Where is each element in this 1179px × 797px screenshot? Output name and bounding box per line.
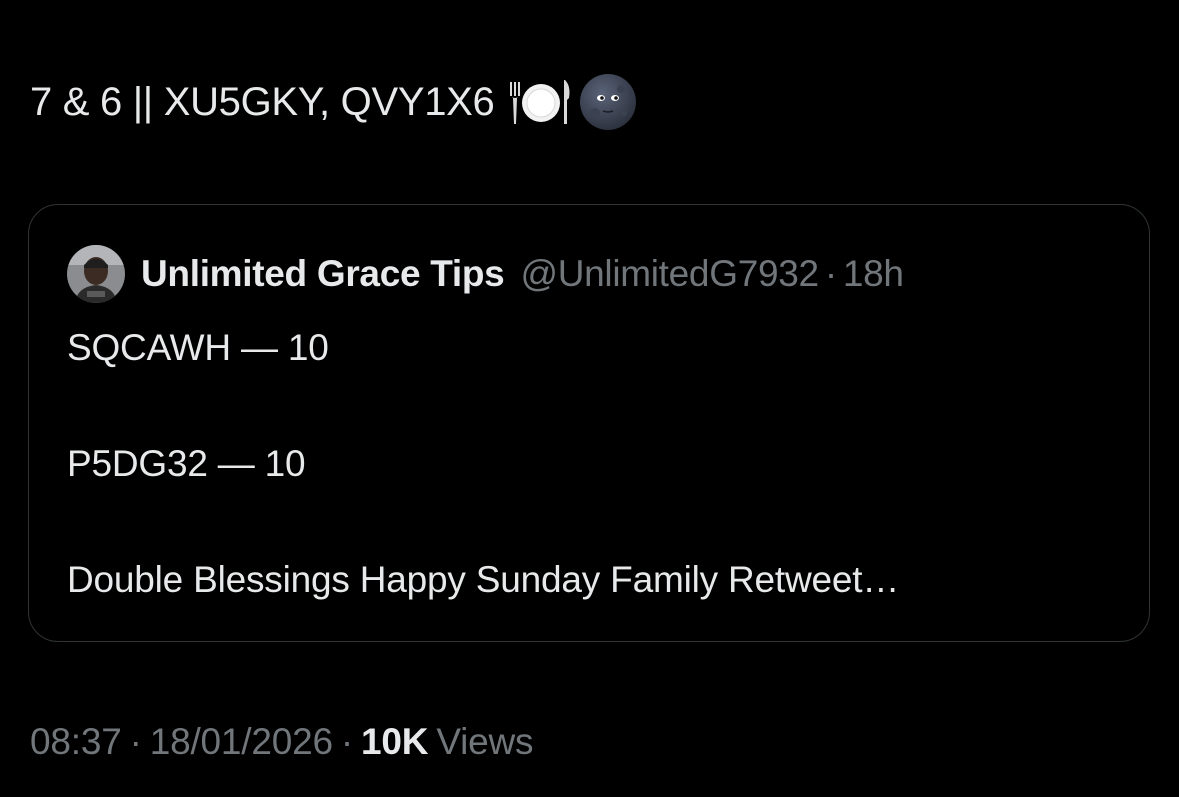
footer-separator: · (129, 721, 142, 762)
views-label: Views (436, 721, 534, 762)
new-moon-face-icon (579, 73, 637, 131)
quoted-author-name[interactable]: Unlimited Grace Tips (141, 253, 505, 295)
quoted-line-2: P5DG32 — 10 (67, 443, 306, 484)
footer-separator: · (340, 721, 354, 762)
plate-with-cutlery-icon (507, 76, 573, 128)
tweet-date[interactable]: 18/01/2026 (150, 721, 333, 763)
quoted-tweet-card[interactable]: Unlimited Grace Tips @UnlimitedG7932 · 1… (28, 204, 1150, 642)
tweet-text: 7 & 6 || XU5GKY, QVY1X6 (30, 74, 637, 130)
meta-separator: · (824, 253, 837, 294)
quoted-line-3: Double Blessings Happy Sunday Family Ret… (67, 559, 900, 600)
tweet-footer: 08:37 · 18/01/2026 · 10K Views (30, 716, 534, 768)
quoted-tweet-header: Unlimited Grace Tips @UnlimitedG7932 · 1… (67, 245, 904, 303)
tweet-body: 7 & 6 || XU5GKY, QVY1X6 (30, 79, 495, 124)
tweet-time[interactable]: 08:37 (30, 721, 122, 763)
quoted-author-handle[interactable]: @UnlimitedG7932 (520, 253, 819, 295)
quoted-time-ago[interactable]: 18h (843, 253, 904, 295)
quoted-line-1: SQCAWH — 10 (67, 327, 329, 368)
quoted-author-meta: @UnlimitedG7932 · 18h (520, 253, 904, 295)
views-count[interactable]: 10K (361, 721, 428, 763)
avatar[interactable] (67, 245, 125, 303)
